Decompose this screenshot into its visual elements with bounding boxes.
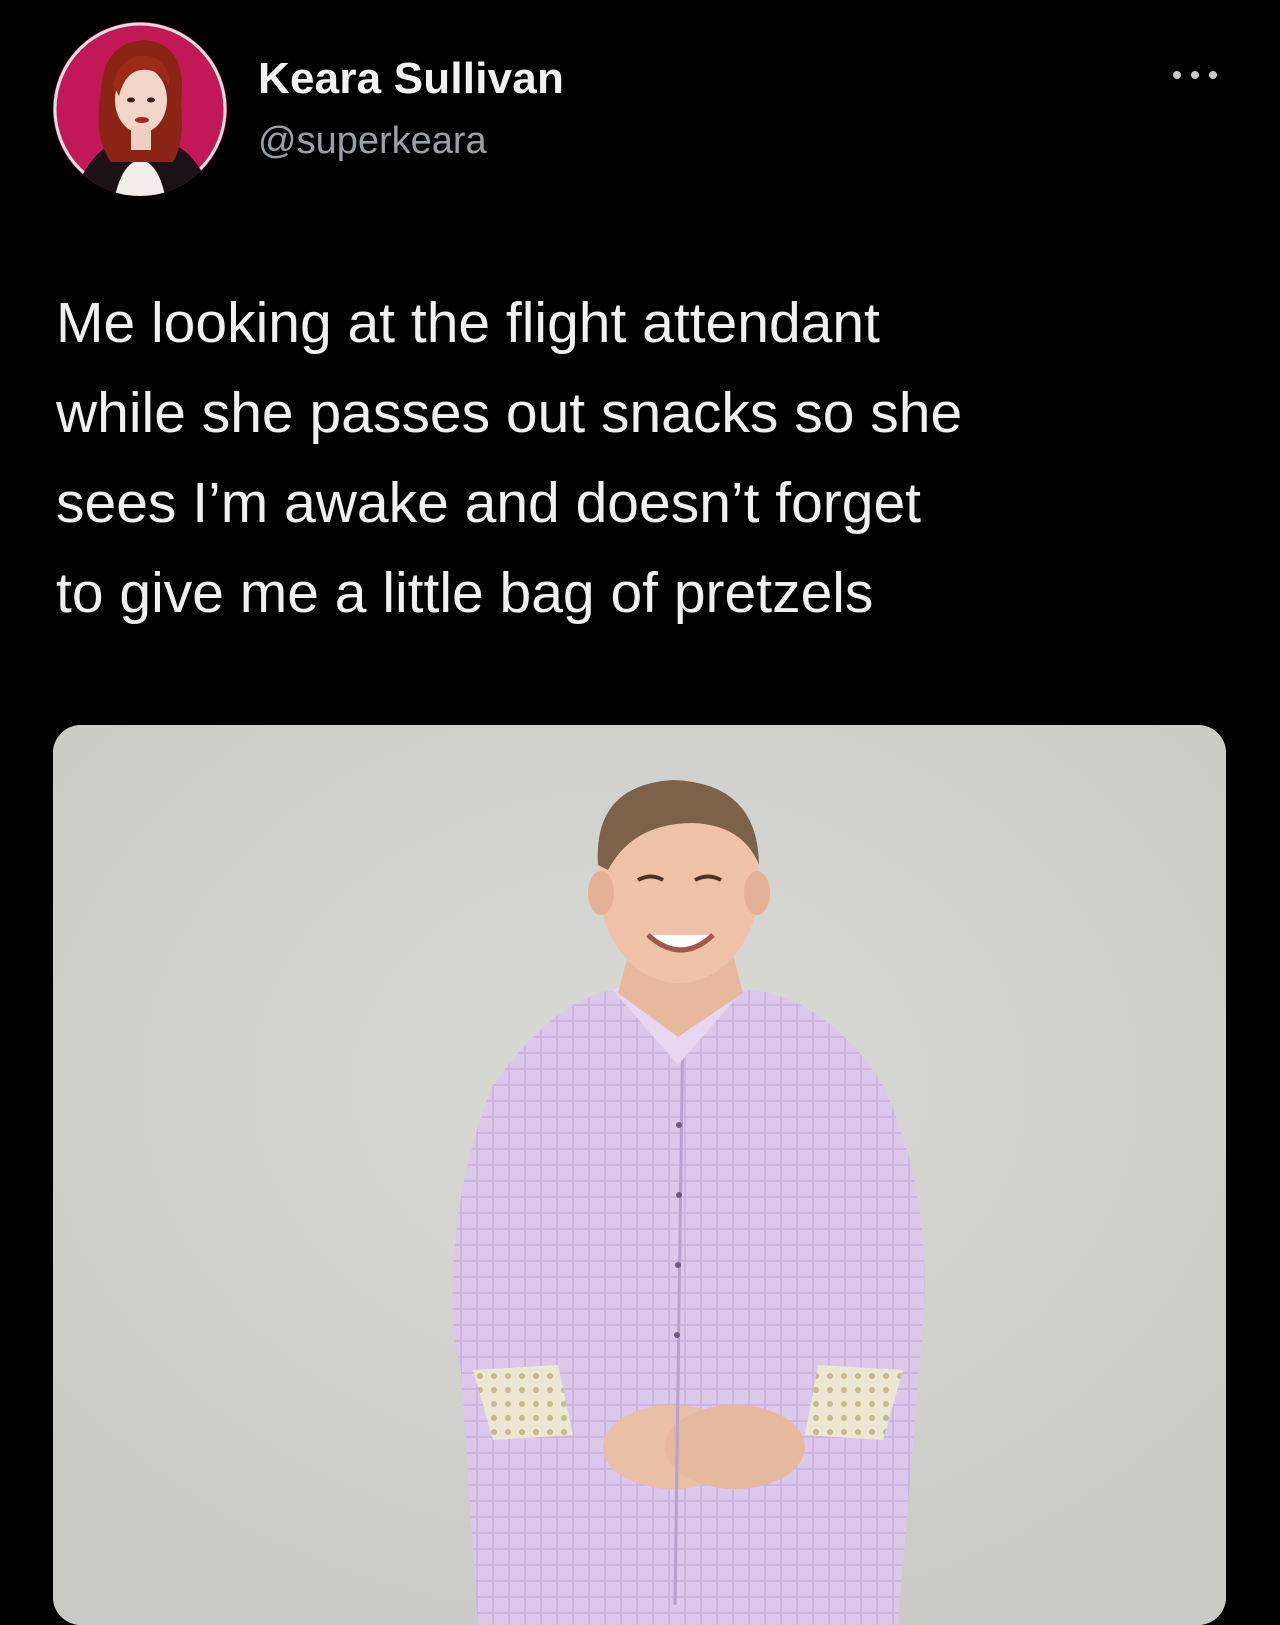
photo-man-in-lavender-shirt [53,725,1226,1625]
tweet-media-photo[interactable] [53,725,1226,1625]
tweet-text: Me looking at the flight attendant while… [56,291,963,625]
display-name[interactable]: Keara Sullivan [258,54,564,104]
avatar[interactable] [53,22,227,196]
user-handle[interactable]: @superkeara [258,120,487,163]
avatar-photo [53,22,227,196]
more-horizontal-icon [1173,71,1217,79]
more-options-button[interactable] [1166,60,1226,90]
tweet-card: Keara Sullivan @superkeara Me looking at… [0,0,1280,1625]
